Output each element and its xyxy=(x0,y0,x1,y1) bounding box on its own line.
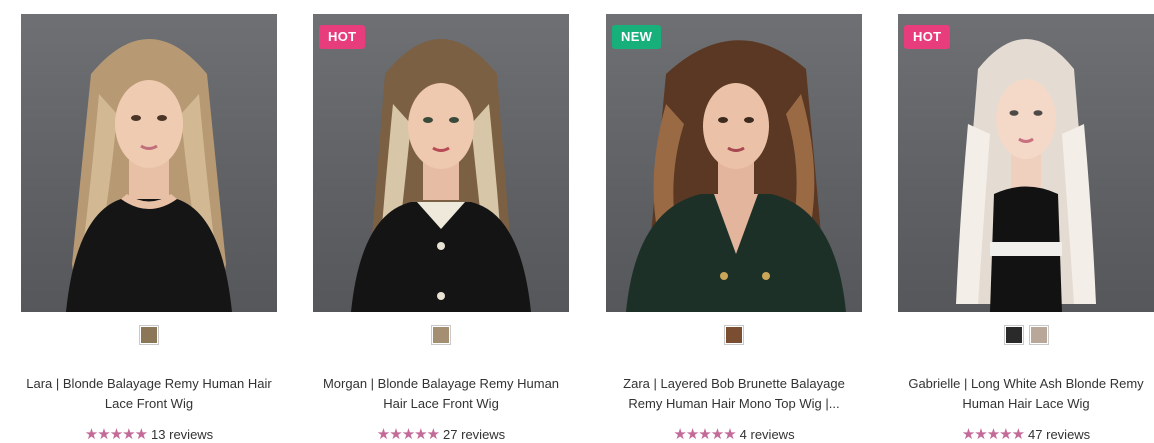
hot-badge: HOT xyxy=(319,25,366,49)
product-card[interactable]: Lara | Blonde Balayage Remy Human Hair L… xyxy=(21,14,277,443)
star-rating-icon: ★★★★★ xyxy=(84,426,148,443)
product-image[interactable]: HOT xyxy=(898,14,1154,312)
color-swatch[interactable] xyxy=(431,325,451,345)
review-count[interactable]: 13 reviews xyxy=(151,427,213,442)
product-image[interactable] xyxy=(21,14,277,312)
color-swatch[interactable] xyxy=(139,325,159,345)
model-photo xyxy=(956,39,1096,312)
product-title[interactable]: Lara | Blonde Balayage Remy Human Hair L… xyxy=(21,374,277,414)
color-swatch[interactable] xyxy=(1003,325,1024,345)
star-rating-icon: ★★★★★ xyxy=(961,426,1025,443)
review-count[interactable]: 4 reviews xyxy=(740,427,795,442)
product-card[interactable]: HOT Morgan | Blonde Balayage Remy Human … xyxy=(313,14,569,443)
product-title[interactable]: Morgan | Blonde Balayage Remy Human Hair… xyxy=(313,374,569,414)
product-grid: Lara | Blonde Balayage Remy Human Hair L… xyxy=(0,0,1154,443)
color-swatches xyxy=(313,325,569,345)
product-rating[interactable]: ★★★★★ 4 reviews xyxy=(606,425,862,443)
product-title[interactable]: Gabrielle | Long White Ash Blonde Remy H… xyxy=(898,374,1154,414)
product-rating[interactable]: ★★★★★ 27 reviews xyxy=(313,425,569,443)
model-photo xyxy=(66,39,232,312)
star-rating-icon: ★★★★★ xyxy=(673,426,736,443)
color-swatch[interactable] xyxy=(724,325,744,345)
new-badge: NEW xyxy=(612,25,662,49)
product-image[interactable]: NEW xyxy=(606,14,862,312)
model-photo xyxy=(351,39,531,312)
star-rating-icon: ★★★★★ xyxy=(376,426,440,443)
color-swatches xyxy=(21,325,277,345)
model-photo xyxy=(626,40,846,312)
color-swatches xyxy=(898,325,1154,345)
color-swatch[interactable] xyxy=(1028,325,1049,345)
product-image[interactable]: HOT xyxy=(313,14,569,312)
review-count[interactable]: 47 reviews xyxy=(1028,427,1090,442)
product-card[interactable]: HOT Gabrielle | Long White Ash Blonde Re… xyxy=(898,14,1154,443)
product-title[interactable]: Zara | Layered Bob Brunette Balayage Rem… xyxy=(606,374,862,414)
color-swatches xyxy=(606,325,862,345)
product-rating[interactable]: ★★★★★ 47 reviews xyxy=(898,425,1154,443)
product-card[interactable]: NEW Zara | Layered Bob Brunette Balayage… xyxy=(606,14,862,443)
review-count[interactable]: 27 reviews xyxy=(443,427,505,442)
product-rating[interactable]: ★★★★★ 13 reviews xyxy=(21,425,277,443)
hot-badge: HOT xyxy=(904,25,951,49)
